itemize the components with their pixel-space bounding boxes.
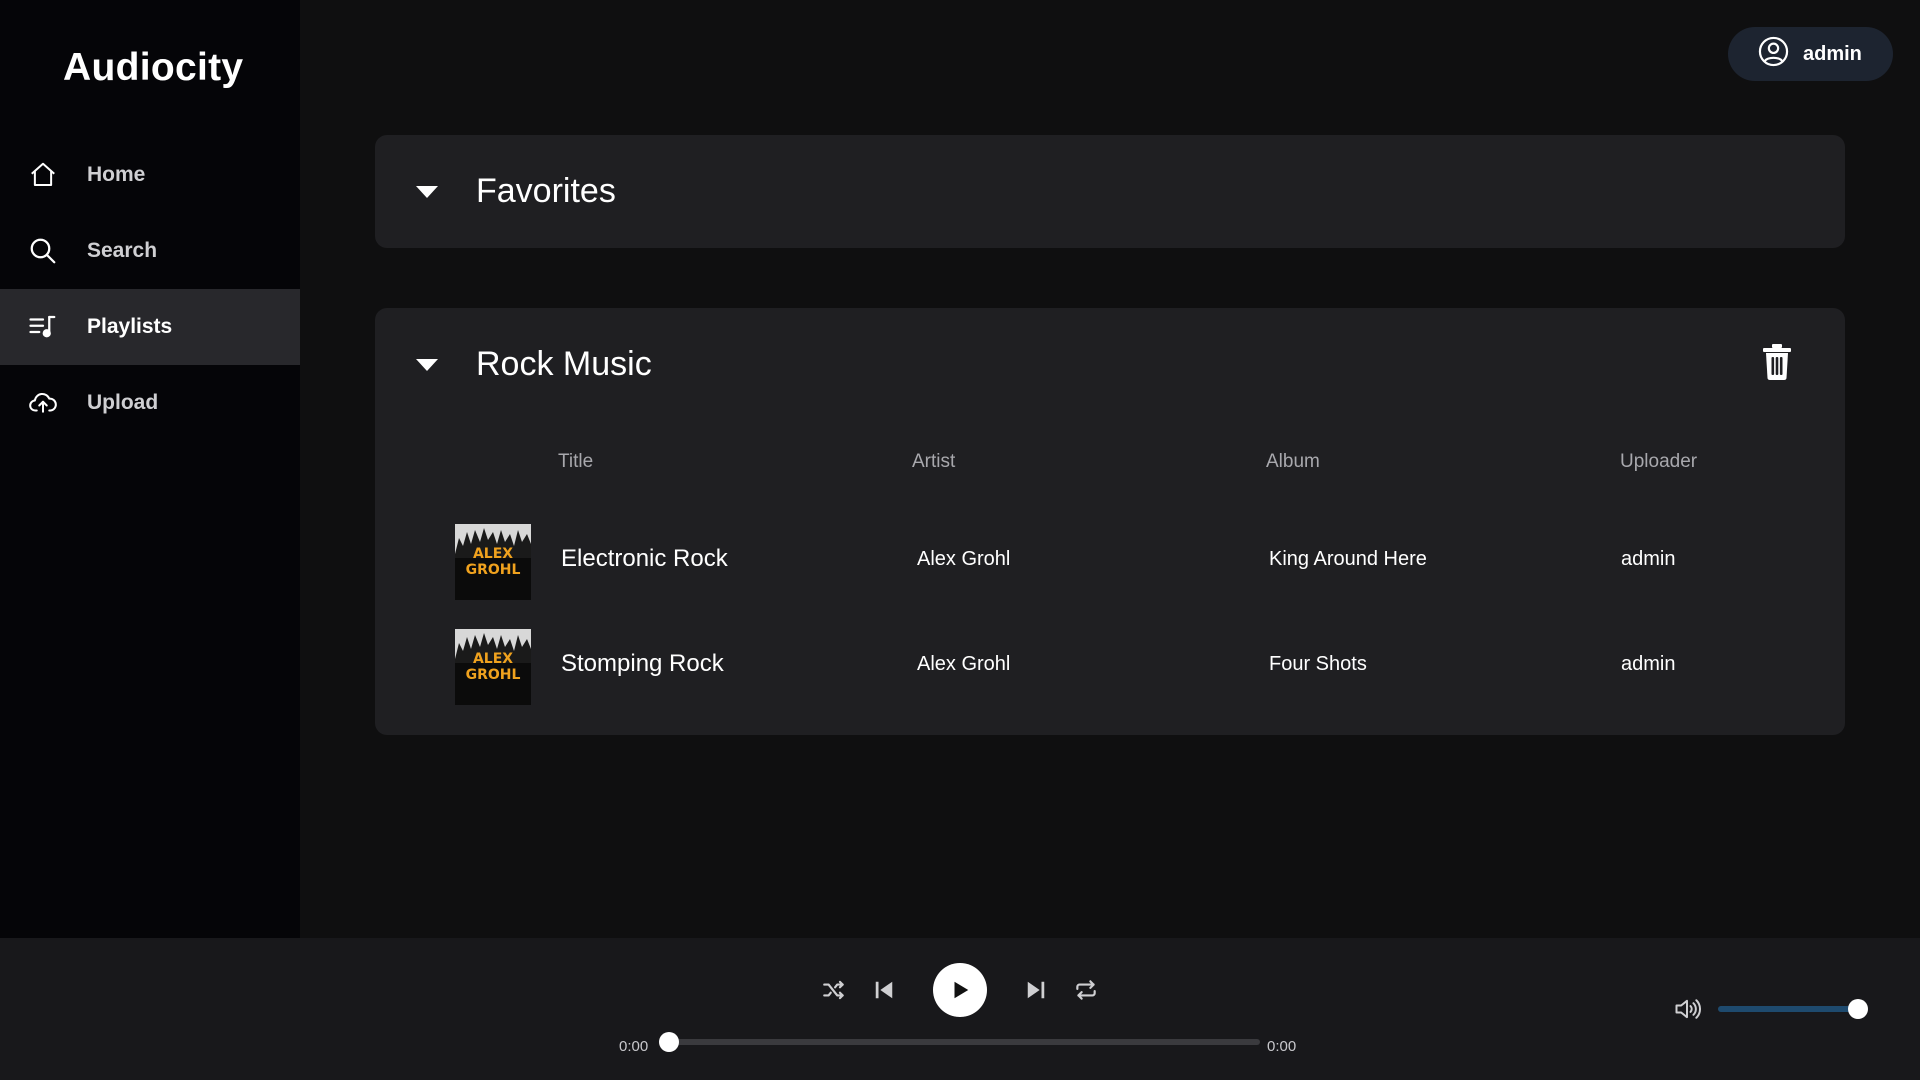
sidebar-item-label: Playlists <box>87 315 173 338</box>
upload-cloud-icon <box>28 388 58 418</box>
track-artist: Alex Grohl <box>917 653 1011 675</box>
track-artist: Alex Grohl <box>917 548 1011 570</box>
cover-text-line: GROHL <box>466 667 521 683</box>
column-header-album: Album <box>1266 451 1320 472</box>
cover-text-line: ALEX <box>473 651 513 667</box>
play-button[interactable] <box>933 963 987 1017</box>
app-title: Audiocity <box>63 46 244 89</box>
track-album: King Around Here <box>1269 548 1427 570</box>
track-uploader: admin <box>1621 548 1676 570</box>
sidebar-item-label: Upload <box>87 391 159 414</box>
user-name: admin <box>1803 42 1862 65</box>
column-header-artist: Artist <box>912 451 956 472</box>
cover-text-line: ALEX <box>473 546 513 562</box>
track-uploader: admin <box>1621 653 1676 675</box>
sidebar-item-label: Search <box>87 239 158 262</box>
track-title: Electronic Rock <box>561 545 728 572</box>
sidebar: Audiocity Home Search Playlists Upload <box>0 0 300 938</box>
playlist-title: Rock Music <box>476 345 652 383</box>
sidebar-item-playlists[interactable]: Playlists <box>0 289 300 365</box>
play-icon <box>954 981 969 999</box>
volume-icon[interactable] <box>1672 994 1702 1024</box>
playlist-header[interactable]: Favorites <box>415 135 616 248</box>
user-menu-button[interactable]: admin <box>1728 27 1893 81</box>
track-title: Stomping Rock <box>561 650 724 677</box>
column-header-uploader: Uploader <box>1620 451 1698 472</box>
repeat-icon[interactable] <box>1072 976 1100 1004</box>
player-bar: 0:00 0:00 <box>0 938 1920 1080</box>
album-cover: ALEX GROHL <box>455 524 531 600</box>
playlist-panel-rock-music: Rock Music Title Artist Album Uploader A… <box>375 308 1845 735</box>
playlist-header[interactable]: Rock Music <box>415 308 652 421</box>
sidebar-item-upload[interactable]: Upload <box>0 365 300 441</box>
sidebar-item-search[interactable]: Search <box>0 213 300 289</box>
previous-icon[interactable] <box>870 976 898 1004</box>
caret-down-icon[interactable] <box>415 180 439 204</box>
volume-slider[interactable] <box>1718 999 1868 1019</box>
progress-bar[interactable] <box>659 1032 1260 1052</box>
user-circle-icon <box>1758 36 1789 72</box>
sidebar-item-label: Home <box>87 163 146 186</box>
album-cover: ALEX GROHL <box>455 629 531 705</box>
elapsed-time: 0:00 <box>619 1038 649 1055</box>
playlist-title: Favorites <box>476 172 616 210</box>
caret-down-icon[interactable] <box>415 353 439 377</box>
table-row[interactable]: ALEX GROHL Stomping Rock Alex Grohl Four… <box>455 629 1815 705</box>
volume-fill <box>1718 1006 1858 1012</box>
progress-handle[interactable] <box>659 1032 679 1052</box>
search-icon <box>28 236 58 266</box>
shuffle-icon[interactable] <box>820 976 848 1004</box>
trash-icon[interactable] <box>1762 344 1792 380</box>
volume-handle[interactable] <box>1848 999 1868 1019</box>
duration-time: 0:00 <box>1267 1038 1297 1055</box>
table-row[interactable]: ALEX GROHL Electronic Rock Alex Grohl Ki… <box>455 524 1815 600</box>
next-icon[interactable] <box>1022 976 1050 1004</box>
cover-text-line: GROHL <box>466 562 521 578</box>
column-header-title: Title <box>558 451 594 472</box>
playlist-icon <box>28 312 58 342</box>
sidebar-item-home[interactable]: Home <box>0 137 300 213</box>
playlist-panel-favorites: Favorites <box>375 135 1845 248</box>
track-album: Four Shots <box>1269 653 1367 675</box>
home-icon <box>28 160 58 190</box>
sidebar-nav: Home Search Playlists Upload <box>0 137 300 441</box>
